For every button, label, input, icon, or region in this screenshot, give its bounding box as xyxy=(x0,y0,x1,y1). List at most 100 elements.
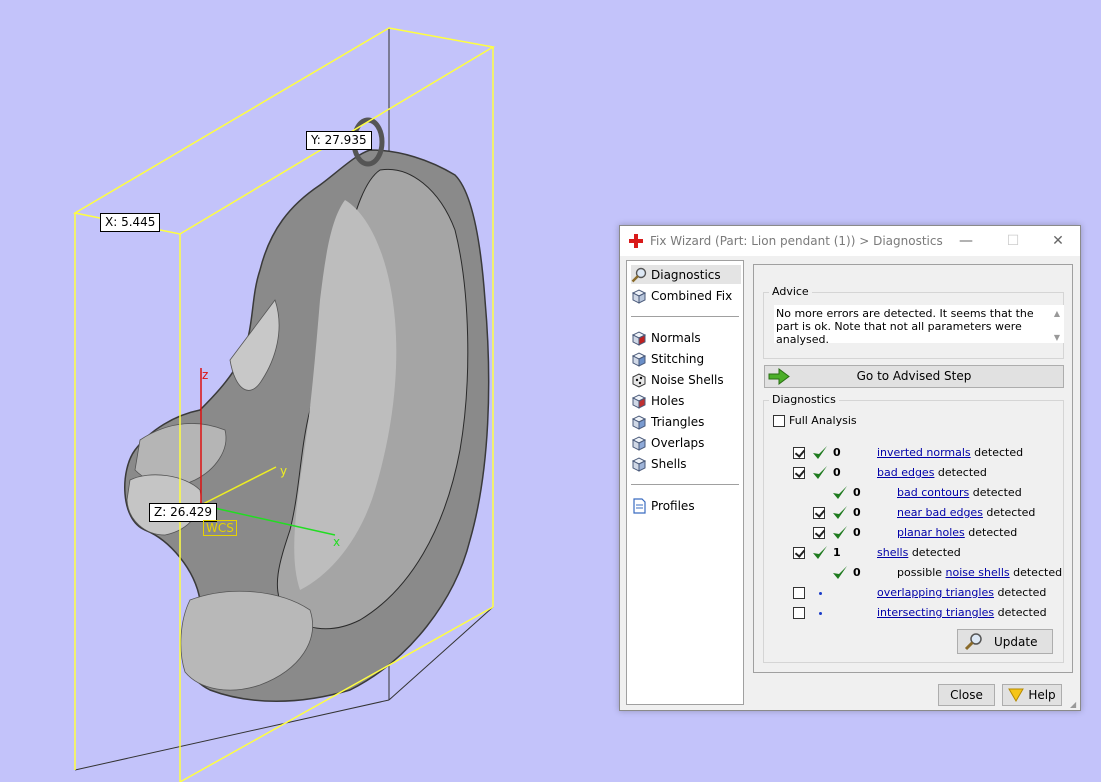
row-suffix: detected xyxy=(934,466,987,479)
planar-holes-checkbox[interactable] xyxy=(813,527,825,539)
row-suffix: detected xyxy=(970,446,1024,459)
help-button[interactable]: Help xyxy=(1002,684,1062,706)
nav-item-label: Combined Fix xyxy=(651,288,733,303)
shells-cube-icon xyxy=(631,456,647,472)
nav-separator xyxy=(631,316,739,317)
nav-item-label: Triangles xyxy=(651,414,705,429)
fix-wizard-dialog: Fix Wizard (Part: Lion pendant (1)) > Di… xyxy=(619,225,1081,711)
close-button[interactable]: Close xyxy=(938,684,995,706)
nav-item-triangles[interactable]: Triangles xyxy=(631,412,741,431)
holes-cube-icon xyxy=(631,393,647,409)
issue-count: 0 xyxy=(853,506,861,519)
green-check-icon xyxy=(813,546,827,559)
near-bad-edges-link[interactable]: near bad edges xyxy=(897,506,983,519)
intersecting-triangles-row-text: intersecting triangles detected xyxy=(877,606,1047,620)
inverted-normals-row-text: inverted normals detected xyxy=(877,446,1023,460)
bad-contours-row-text: bad contours detected xyxy=(897,486,1022,500)
diagnostics-group-title: Diagnostics xyxy=(769,393,839,407)
near-bad-edges-checkbox[interactable] xyxy=(813,507,825,519)
minimize-button[interactable]: — xyxy=(955,231,977,251)
wizard-nav-panel: Diagnostics Combined Fix Normals Stitching N… xyxy=(626,260,744,705)
nav-item-stitching[interactable]: Stitching xyxy=(631,349,741,368)
advice-text: No more errors are detected. It seems th… xyxy=(774,305,1064,346)
green-check-icon xyxy=(833,526,847,539)
noise-shells-icon xyxy=(632,372,646,388)
maximize-button[interactable]: ☐ xyxy=(1002,231,1024,251)
bad-contours-link[interactable]: bad contours xyxy=(897,486,969,499)
noise-shells-row-text: possible noise shells detected xyxy=(897,566,1062,580)
y-axis-label: y xyxy=(280,464,288,478)
row-suffix: detected xyxy=(982,506,1036,519)
cube-icon xyxy=(631,288,647,304)
nav-item-label: Diagnostics xyxy=(651,267,721,282)
nav-item-label: Stitching xyxy=(651,351,705,366)
resize-grip-icon[interactable]: ◢ xyxy=(1070,700,1079,709)
row-prefix: possible xyxy=(897,566,946,579)
nav-separator xyxy=(631,484,739,485)
nav-item-combined-fix[interactable]: Combined Fix xyxy=(631,286,741,305)
row-suffix: detected xyxy=(994,606,1047,619)
noise-shells-link[interactable]: noise shells xyxy=(946,566,1010,579)
row-suffix: detected xyxy=(1009,566,1063,579)
bad-edges-link[interactable]: bad edges xyxy=(877,466,934,479)
close-window-button[interactable]: ✕ xyxy=(1047,231,1069,251)
normals-cube-icon xyxy=(631,330,647,346)
overlapping-triangles-row-text: overlapping triangles detected xyxy=(877,586,1046,600)
shells-link[interactable]: shells xyxy=(877,546,908,559)
row-suffix: detected xyxy=(969,486,1022,499)
y-dimension-label: Y: 27.935 xyxy=(306,131,372,150)
nav-item-label: Holes xyxy=(651,393,685,408)
green-check-icon xyxy=(833,506,847,519)
update-button[interactable]: Update xyxy=(957,629,1053,654)
full-analysis-checkbox[interactable] xyxy=(773,415,785,427)
issue-count: 0 xyxy=(833,466,841,479)
nav-item-shells[interactable]: Shells xyxy=(631,454,741,473)
nav-item-profiles[interactable]: Profiles xyxy=(631,496,741,515)
intersecting-triangles-checkbox[interactable] xyxy=(793,607,805,619)
help-triangle-icon xyxy=(1008,688,1024,702)
bad-edges-checkbox[interactable] xyxy=(793,467,805,479)
green-check-icon xyxy=(813,466,827,479)
nav-item-holes[interactable]: Holes xyxy=(631,391,741,410)
nav-item-overlaps[interactable]: Overlaps xyxy=(631,433,741,452)
overlaps-cube-icon xyxy=(631,435,647,451)
z-axis-label: z xyxy=(202,368,209,382)
scroll-down-icon[interactable]: ▼ xyxy=(1054,333,1060,342)
pending-dot-icon xyxy=(819,592,822,595)
magnifier-icon xyxy=(964,633,982,651)
stitching-cube-icon xyxy=(631,351,647,367)
nav-item-diagnostics[interactable]: Diagnostics xyxy=(631,265,741,284)
shells-checkbox[interactable] xyxy=(793,547,805,559)
issue-count: 0 xyxy=(833,446,841,459)
inverted-normals-checkbox[interactable] xyxy=(793,447,805,459)
nav-item-label: Shells xyxy=(651,456,687,471)
intersecting-triangles-link[interactable]: intersecting triangles xyxy=(877,606,994,619)
triangles-cube-icon xyxy=(631,414,647,430)
x-dimension-label: X: 5.445 xyxy=(100,213,161,232)
scroll-up-icon[interactable]: ▲ xyxy=(1054,309,1060,318)
green-check-icon xyxy=(833,486,847,499)
wcs-label: WCS xyxy=(203,520,237,536)
near-bad-edges-row-text: near bad edges detected xyxy=(897,506,1035,520)
nav-item-label: Noise Shells xyxy=(651,372,724,387)
issue-count: 0 xyxy=(853,526,861,539)
overlapping-triangles-link[interactable]: overlapping triangles xyxy=(877,586,994,599)
row-suffix: detected xyxy=(964,526,1018,539)
go-to-advised-step-button[interactable]: Go to Advised Step xyxy=(764,365,1064,388)
nav-item-normals[interactable]: Normals xyxy=(631,328,741,347)
pending-dot-icon xyxy=(819,612,822,615)
red-cross-icon xyxy=(629,234,643,248)
nav-item-label: Profiles xyxy=(651,498,695,513)
inverted-normals-link[interactable]: inverted normals xyxy=(877,446,971,459)
shells-row-text: shells detected xyxy=(877,546,961,560)
dialog-titlebar[interactable]: Fix Wizard (Part: Lion pendant (1)) > Di… xyxy=(620,226,1080,256)
bad-edges-row-text: bad edges detected xyxy=(877,466,987,480)
go-to-advised-step-label: Go to Advised Step xyxy=(856,369,972,383)
overlapping-triangles-checkbox[interactable] xyxy=(793,587,805,599)
help-button-label: Help xyxy=(1028,688,1056,702)
nav-item-label: Overlaps xyxy=(651,435,705,450)
planar-holes-link[interactable]: planar holes xyxy=(897,526,965,539)
full-analysis-label: Full Analysis xyxy=(789,414,857,427)
nav-item-noise-shells[interactable]: Noise Shells xyxy=(631,370,741,389)
document-icon xyxy=(633,497,646,514)
